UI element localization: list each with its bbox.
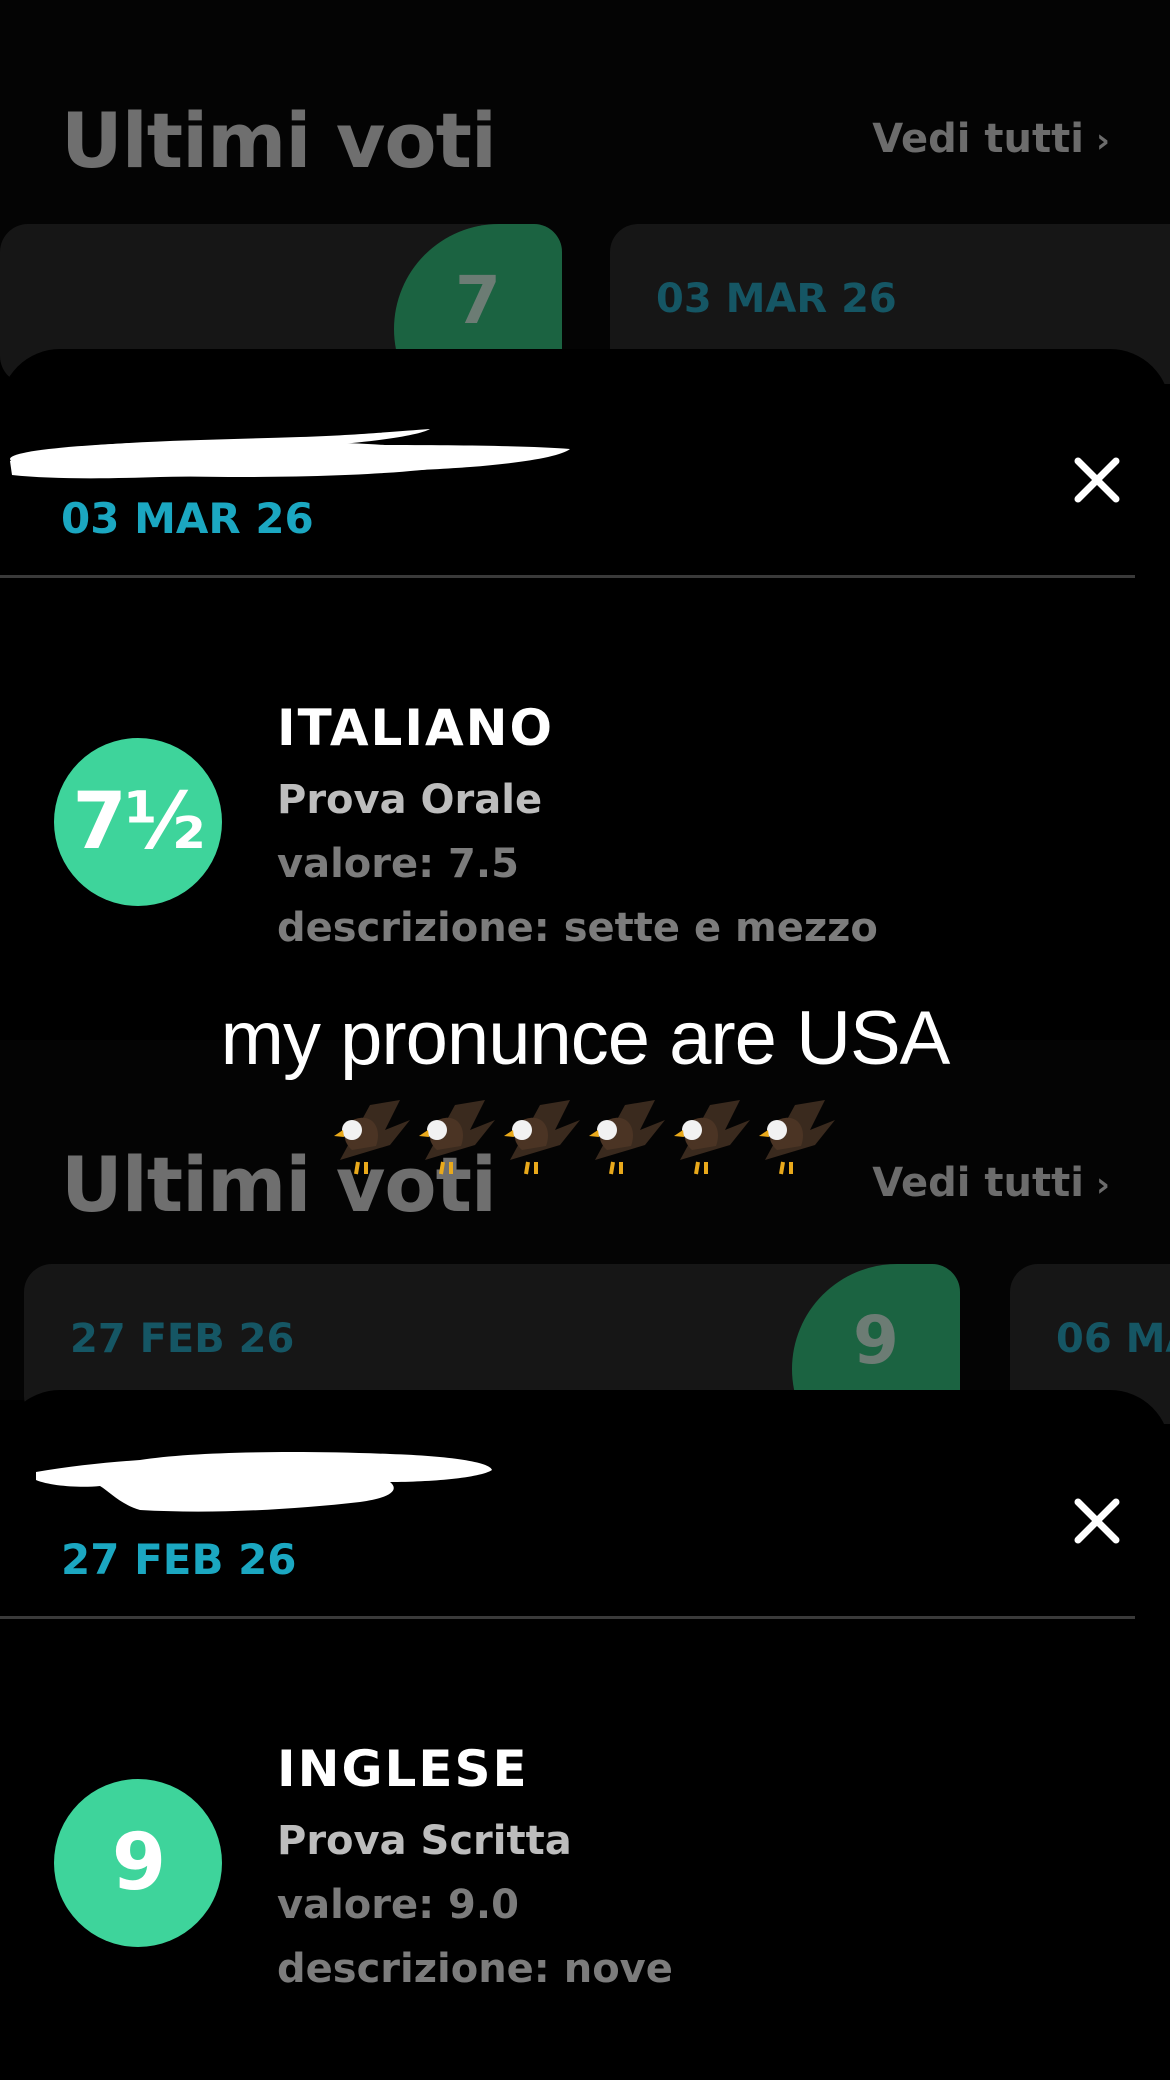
subject-name: ITALIANO [277,699,555,757]
background-grades-screen: Ultimi voti Vedi tutti › 7 03 MAR 26 [0,0,1170,384]
eagle-icon [334,1100,410,1175]
subject-name: INGLESE [277,1740,529,1798]
see-all-label: Vedi tutti [872,1160,1084,1206]
bottom-screen: Ultimi voti Vedi tutti › 27 FEB 26 9 06 M… [0,1040,1170,2080]
grade-type: Prova Orale [277,777,543,823]
sheet-date: 03 MAR 26 [61,494,314,543]
eagle-icon [674,1100,750,1175]
redacted-teacher-name [10,429,570,479]
grade-type: Prova Scritta [277,1818,572,1864]
chevron-right-icon: › [1095,121,1110,161]
close-icon[interactable] [1070,1494,1124,1548]
grade-circle: 7½ [54,738,222,906]
section-title: Ultimi voti [61,96,497,185]
grade-value-text: valore: 9.0 [277,1882,519,1928]
divider [0,1616,1135,1619]
card-date: 03 MAR 26 [656,276,897,322]
grade-value: 9 [853,1302,899,1379]
divider [0,575,1135,578]
see-all-label: Vedi tutti [872,116,1084,162]
sheet-date: 27 FEB 26 [61,1535,297,1584]
redacted-teacher-name [36,1452,492,1512]
eagle-icon [589,1100,665,1175]
close-icon[interactable] [1070,453,1124,507]
eagle-emoji-row [334,1100,835,1175]
eagle-icon [419,1100,495,1175]
eagle-icon [504,1100,580,1175]
grade-circle: 9 [54,1779,222,1947]
grade-value: 7 [455,262,501,339]
grade-description: descrizione: nove [277,1946,673,1992]
top-screen: Ultimi voti Vedi tutti › 7 03 MAR 26 03 M… [0,0,1170,1040]
see-all-link[interactable]: Vedi tutti › [872,1158,1110,1210]
meme-caption: my pronunce are USA [220,996,951,1081]
grade-value-text: valore: 7.5 [277,841,519,887]
grade-description: descrizione: sette e mezzo [277,905,878,951]
card-date: 27 FEB 26 [70,1316,295,1362]
grade-detail-sheet: 27 FEB 26 9 INGLESE Prova Scritta valore… [0,1390,1170,2080]
eagle-icon [759,1100,835,1175]
see-all-link[interactable]: Vedi tutti › [872,114,1110,166]
grade-detail-sheet: 03 MAR 26 7½ ITALIANO Prova Orale valore… [0,349,1170,1040]
chevron-right-icon: › [1095,1165,1110,1205]
card-date: 06 MA [1056,1316,1170,1362]
